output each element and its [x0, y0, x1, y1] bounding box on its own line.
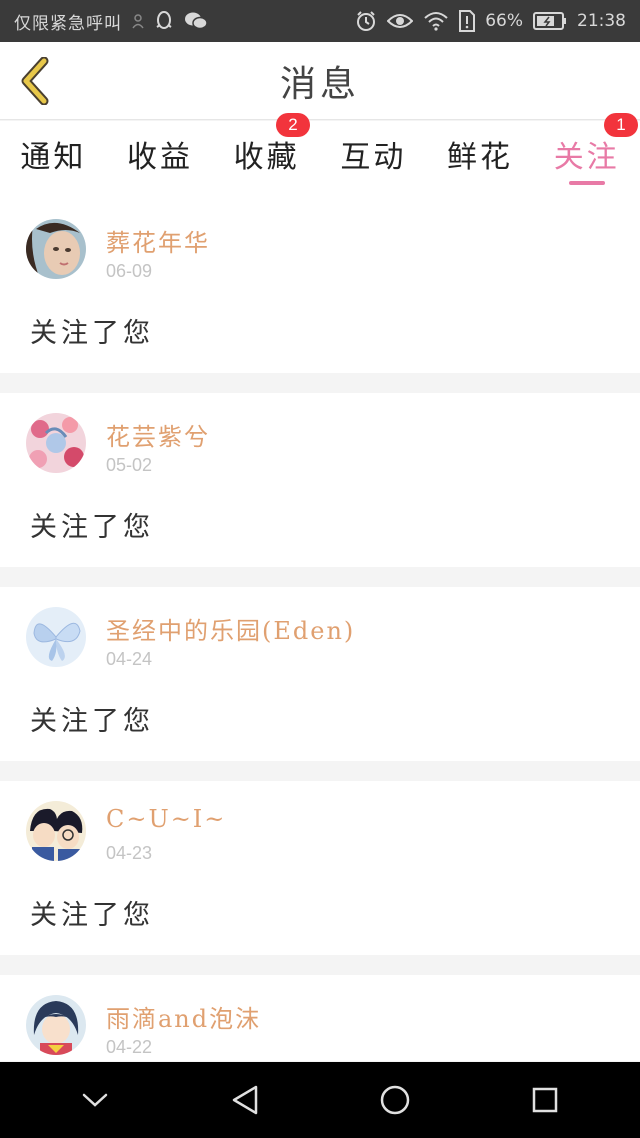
avatar[interactable] — [26, 413, 86, 473]
message-text: 关注了您 — [30, 512, 154, 543]
person-icon — [132, 13, 144, 29]
battery-icon — [533, 12, 567, 30]
avatar[interactable] — [26, 995, 86, 1055]
recents-square-icon — [532, 1087, 558, 1113]
wechat-icon — [184, 11, 208, 31]
unread-badge: 1 — [604, 113, 639, 137]
message-text: 关注了您 — [30, 706, 154, 737]
unread-badge: 2 — [276, 113, 311, 137]
tab-label: 通知 — [20, 140, 87, 175]
hide-nav-button[interactable] — [65, 1070, 125, 1130]
tab-interaction[interactable]: 互动 — [320, 121, 427, 199]
message-date: 05-02 — [106, 455, 153, 475]
list-item[interactable]: 雨滴and泡沫 04-22 — [0, 975, 640, 1061]
user-name[interactable]: 圣经中的乐园(Eden) — [106, 611, 355, 646]
avatar[interactable] — [26, 607, 86, 667]
qq-icon — [154, 10, 174, 32]
tab-label: 关注 — [553, 140, 620, 175]
sim-alert-icon — [459, 10, 476, 32]
tab-follow[interactable]: 关注 1 — [533, 113, 640, 199]
tab-favorites[interactable]: 收藏 2 — [213, 113, 320, 199]
battery-percent: 66% — [485, 11, 523, 31]
message-text: 关注了您 — [30, 318, 154, 349]
list-item[interactable]: 圣经中的乐园(Eden) 04-24 关注了您 — [0, 587, 640, 761]
home-nav-button[interactable] — [365, 1070, 425, 1130]
avatar[interactable] — [26, 219, 86, 279]
page-title: 消息 — [279, 64, 360, 105]
list-item[interactable]: 花芸紫兮 05-02 关注了您 — [0, 393, 640, 567]
tab-earnings[interactable]: 收益 — [107, 121, 214, 199]
clock-time: 21:38 — [577, 11, 626, 31]
chevron-down-icon — [82, 1093, 108, 1107]
list-item[interactable]: 葬花年华 06-09 关注了您 — [0, 199, 640, 373]
tab-notice[interactable]: 通知 — [0, 121, 107, 199]
message-date: 04-24 — [106, 649, 153, 669]
message-date: 06-09 — [106, 261, 153, 281]
user-name[interactable]: 葬花年华 — [106, 223, 210, 258]
recents-nav-button[interactable] — [515, 1070, 575, 1130]
tab-label: 互动 — [340, 140, 407, 175]
status-left: 仅限紧急呼叫 — [14, 9, 355, 34]
tab-bar: 通知 收益 收藏 2 互动 鲜花 关注 1 — [0, 113, 640, 199]
tab-label: 收益 — [127, 140, 193, 175]
status-bar: 仅限紧急呼叫 66% 21:38 — [0, 0, 640, 42]
message-date: 04-23 — [106, 843, 153, 863]
user-name[interactable]: 雨滴and泡沫 — [106, 999, 261, 1034]
eye-icon — [387, 12, 414, 30]
back-nav-button[interactable] — [215, 1070, 275, 1130]
message-list: 葬花年华 06-09 关注了您 花芸紫兮 05-02 关注了您 圣经中的乐园(E… — [0, 199, 640, 1061]
message-text: 关注了您 — [30, 900, 154, 931]
message-date: 04-22 — [106, 1037, 153, 1057]
system-nav-bar — [0, 1062, 640, 1138]
status-right: 66% 21:38 — [355, 10, 626, 32]
user-name[interactable]: 花芸紫兮 — [106, 417, 210, 452]
list-item[interactable]: C~U~I~ 04-23 关注了您 — [0, 781, 640, 955]
wifi-icon — [423, 11, 449, 31]
alarm-icon — [355, 10, 377, 32]
app-header: 消息 — [0, 42, 640, 120]
tab-flowers[interactable]: 鲜花 — [427, 121, 534, 199]
tab-label: 收藏 — [233, 140, 300, 175]
home-circle-icon — [380, 1085, 410, 1115]
back-triangle-icon — [232, 1085, 258, 1115]
avatar[interactable] — [26, 801, 86, 861]
user-name[interactable]: C~U~I~ — [106, 805, 226, 833]
tab-label: 鲜花 — [447, 140, 514, 175]
carrier-text: 仅限紧急呼叫 — [14, 13, 122, 34]
